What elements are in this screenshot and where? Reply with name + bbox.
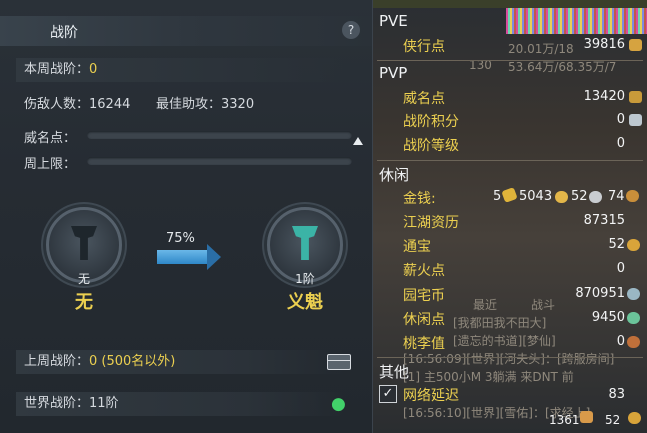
bg-text: [遗忘的书道][梦仙]: [453, 334, 556, 348]
next-rank-medal: 1阶: [267, 207, 343, 286]
rank-panel: 战阶 ? 本周战阶：0 伤敌人数：16244 最佳助攻：3320 威名点： 周上…: [0, 0, 373, 433]
divider: [377, 160, 643, 161]
money-value: 74: [608, 189, 625, 204]
next-rank-name: 义魁: [287, 292, 323, 313]
kills-label: 伤敌人数：: [24, 97, 90, 112]
world-rank-value: 11阶: [89, 396, 119, 411]
map-pin-icon[interactable]: ●: [331, 394, 346, 414]
peach-icon: [627, 336, 640, 348]
leisure-value: 9450: [591, 310, 625, 325]
pve-header: PVE: [379, 12, 408, 30]
leisure-label: 桃李值: [403, 336, 445, 352]
money-value: 52: [571, 189, 588, 204]
world-rank-label: 世界战阶：: [24, 396, 90, 411]
rank-figure-icon: [292, 226, 318, 260]
week-rank-value: 0: [89, 62, 98, 77]
bottom-right-count: 52: [605, 413, 621, 427]
pvp-header: PVP: [379, 64, 408, 82]
week-rank-row: 本周战阶：0: [16, 58, 344, 82]
last-week-rank-row: 上周战阶：0 (500名以外): [16, 350, 344, 374]
coin-icon: [628, 412, 641, 424]
bg-text: 战斗: [531, 298, 556, 312]
tongbao-coin-icon: [627, 239, 640, 251]
pvp-value: 0: [616, 112, 625, 127]
pvp-label: 威名点: [403, 91, 445, 107]
leisure-value: 0: [616, 261, 625, 276]
next-rank-level: 1阶: [295, 272, 315, 286]
color-stripes: [506, 8, 647, 34]
fame-icon: [629, 91, 642, 103]
pvp-label: 战阶等级: [403, 138, 459, 154]
cap-label: 周上限：: [24, 157, 77, 172]
leisure-header: 休闲: [379, 166, 410, 184]
copper-coin-icon: [626, 190, 639, 202]
house-coin-icon: [627, 288, 640, 300]
bottom-left-count: 1361: [549, 413, 580, 427]
silver-coin-icon: [589, 191, 602, 203]
progress-arrow: [157, 250, 211, 264]
last-week-label: 上周战阶：: [24, 354, 90, 369]
help-icon[interactable]: ?: [342, 21, 360, 39]
divider: [377, 357, 643, 358]
fame-label: 威名点：: [24, 131, 77, 146]
latency-checkbox[interactable]: ✓: [379, 385, 397, 403]
leisure-leaf-icon: [627, 312, 640, 324]
assist-label: 最佳助攻：: [156, 97, 222, 112]
cap-progress-bar: [87, 157, 352, 165]
money-value: 5043: [519, 189, 553, 204]
current-rank-level: 无: [77, 272, 90, 286]
reward-chest-icon[interactable]: [327, 354, 351, 370]
leisure-label: 园宅币: [403, 288, 445, 304]
pvp-value: 13420: [583, 89, 625, 104]
world-rank-row: 世界战阶：11阶: [16, 392, 344, 416]
latency-label: 网络延迟: [403, 388, 459, 404]
panel-header: 战阶 ?: [0, 16, 372, 46]
pvp-label: 战阶积分: [403, 114, 459, 130]
leisure-label: 休闲点: [403, 312, 445, 328]
currency-tooltip: 20.01万/18 130 53.64万/68.35万/7 最近 战斗 [我都田…: [373, 0, 647, 433]
kills-stat: 伤敌人数：16244: [24, 93, 130, 112]
current-rank-medal: 无: [46, 207, 122, 286]
assist-stat: 最佳助攻：3320: [156, 93, 254, 112]
progress-arrow-head-icon: [207, 244, 221, 270]
divider: [377, 60, 643, 61]
pvp-value: 0: [616, 136, 625, 151]
bg-text: [1] 主500小M 3躺满 来DNT 前: [403, 370, 574, 384]
bg-text: 20.01万/18: [508, 42, 574, 56]
panel-title: 战阶: [50, 25, 78, 41]
money-value: 5: [493, 189, 502, 204]
rank-figure-icon: [71, 226, 97, 260]
week-rank-label: 本周战阶：: [24, 62, 90, 77]
gold-ingot-icon: [501, 187, 518, 203]
rank-points-icon: [629, 114, 642, 126]
fame-cap-marker-icon: [353, 137, 363, 145]
leisure-value: 52: [608, 237, 625, 252]
gold-coin-icon: [555, 191, 568, 203]
assist-value: 3320: [221, 97, 255, 112]
top-strip: [373, 0, 647, 8]
pve-value: 39816: [583, 37, 625, 52]
leisure-value: 870951: [575, 286, 625, 301]
bg-text: 最近: [473, 298, 498, 312]
money-label: 金钱:: [403, 191, 436, 207]
fame-progress-bar: [87, 131, 352, 139]
bg-text: [我都田我不田大]: [453, 316, 547, 330]
leisure-label: 江湖资历: [403, 215, 459, 231]
pointer-icon: [580, 411, 593, 423]
other-header: 其他: [379, 363, 410, 381]
leisure-label: 通宝: [403, 239, 431, 255]
leisure-value: 87315: [583, 213, 625, 228]
pve-label: 侠行点: [403, 39, 445, 55]
leisure-value: 0: [616, 334, 625, 349]
sword-icon: [629, 39, 642, 51]
kills-value: 16244: [89, 97, 131, 112]
leisure-label: 薪火点: [403, 263, 445, 279]
latency-value: 83: [608, 387, 625, 402]
progress-percent: 75%: [166, 231, 195, 246]
last-week-value: 0 (500名以外): [89, 354, 176, 369]
current-rank-name: 无: [75, 292, 93, 313]
